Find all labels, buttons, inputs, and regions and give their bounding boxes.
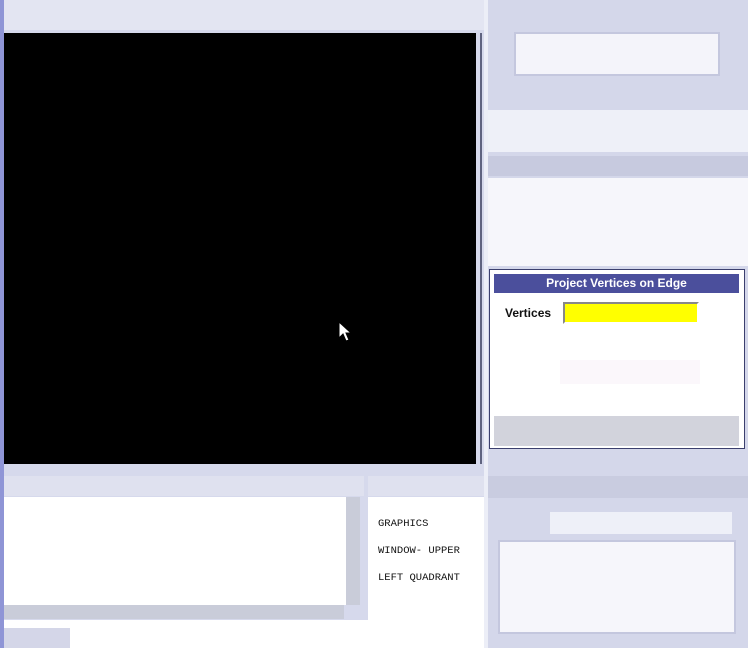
graphics-window-edge <box>480 33 482 464</box>
transcript-horizontal-scrollbar[interactable] <box>4 605 344 619</box>
graphics-window-annotation: GRAPHICS WINDOW- UPPER LEFT QUADRANT <box>378 504 482 599</box>
right-lower-header <box>488 476 748 498</box>
annotation-line: GRAPHICS <box>378 517 429 530</box>
dialog-empty-area <box>560 360 700 384</box>
right-panel-band <box>488 110 748 152</box>
vertices-label: Vertices <box>505 306 552 320</box>
annotation-line: WINDOW- UPPER <box>378 544 460 557</box>
graphics-window[interactable] <box>4 33 476 464</box>
annotation-header <box>368 476 484 496</box>
transcript-vertical-scrollbar[interactable] <box>346 497 360 605</box>
transcript-header <box>4 476 364 496</box>
top-toolbar-strip <box>4 0 484 30</box>
transcript-panel[interactable] <box>4 497 346 605</box>
vertices-input[interactable] <box>563 302 699 324</box>
right-panel-area <box>488 178 748 266</box>
dialog-button-bar <box>494 416 739 446</box>
mouse-pointer-icon <box>338 321 352 342</box>
right-panel-box <box>514 32 720 76</box>
right-lower-bar <box>550 512 732 534</box>
right-lower-box <box>498 540 736 634</box>
dialog-title-bar[interactable]: Project Vertices on Edge <box>494 274 739 293</box>
command-line-area[interactable] <box>4 620 484 648</box>
command-tab[interactable] <box>4 628 70 648</box>
annotation-line: LEFT QUADRANT <box>378 571 460 584</box>
right-panel-bar <box>488 156 748 176</box>
